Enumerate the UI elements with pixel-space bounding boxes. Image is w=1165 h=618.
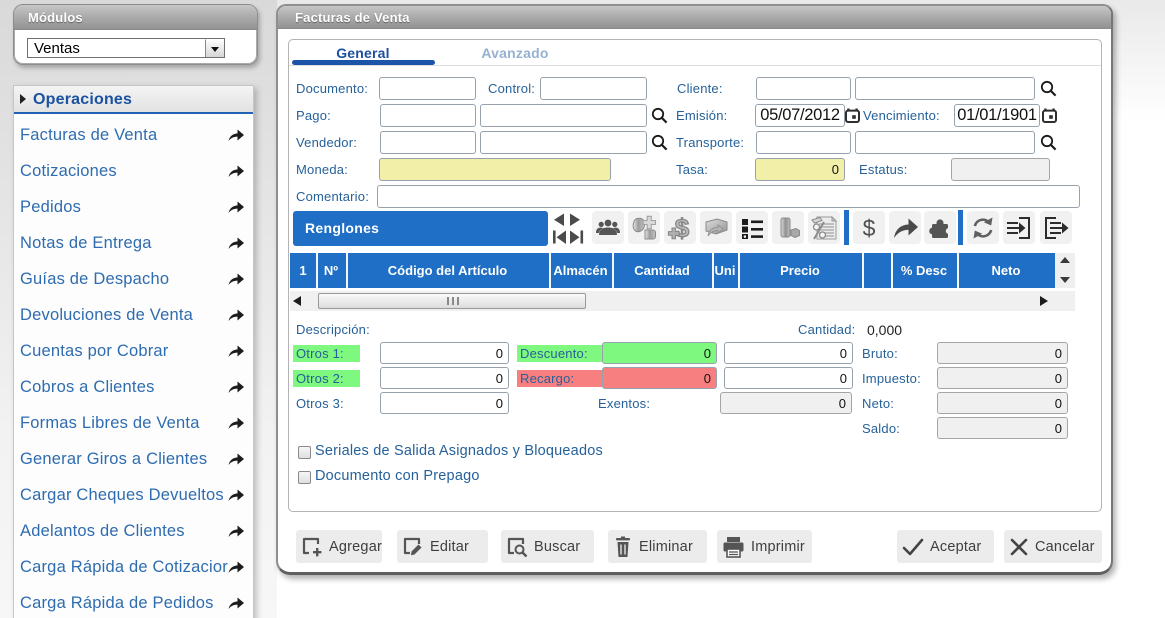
- svg-text:$: $: [675, 214, 690, 242]
- svg-text:$: $: [863, 215, 876, 241]
